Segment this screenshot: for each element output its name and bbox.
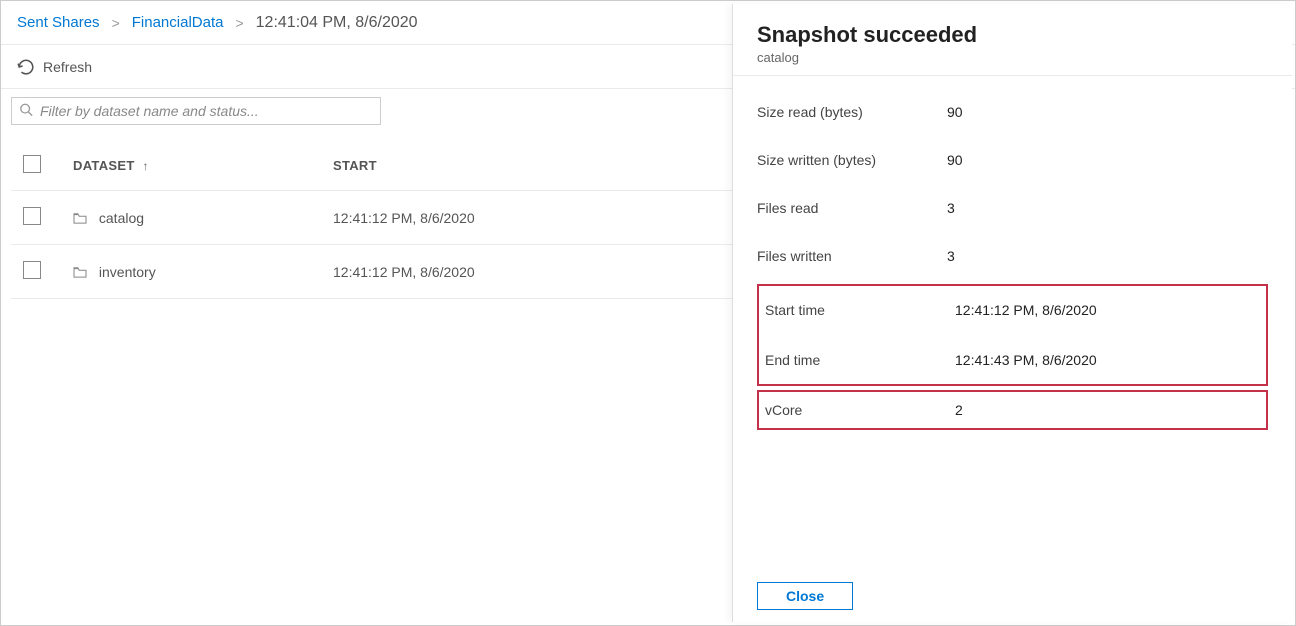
panel-header: Snapshot succeeded catalog [733, 4, 1292, 76]
folder-icon [73, 265, 87, 277]
value-vcore: 2 [955, 402, 963, 418]
label-size-read: Size read (bytes) [757, 104, 947, 120]
panel-footer: Close [733, 570, 1292, 622]
header-dataset[interactable]: DATASET ↑ [61, 141, 321, 191]
label-files-written: Files written [757, 248, 947, 264]
kv-vcore: vCore 2 [759, 392, 1266, 428]
refresh-label: Refresh [43, 59, 92, 75]
value-start-time: 12:41:12 PM, 8/6/2020 [955, 302, 1097, 318]
value-end-time: 12:41:43 PM, 8/6/2020 [955, 352, 1097, 368]
kv-start-time: Start time 12:41:12 PM, 8/6/2020 [759, 286, 1266, 334]
value-size-written: 90 [947, 152, 963, 168]
breadcrumb-separator: > [235, 15, 243, 31]
label-size-written: Size written (bytes) [757, 152, 947, 168]
sort-asc-icon: ↑ [142, 159, 148, 173]
search-icon [19, 103, 33, 120]
filter-input[interactable] [11, 97, 381, 125]
kv-files-written: Files written 3 [757, 232, 1268, 280]
label-end-time: End time [765, 352, 955, 368]
kv-files-read: Files read 3 [757, 184, 1268, 232]
panel-subtitle: catalog [757, 50, 1268, 65]
breadcrumb-separator: > [112, 15, 120, 31]
row-checkbox[interactable] [23, 207, 41, 225]
label-files-read: Files read [757, 200, 947, 216]
details-panel: Snapshot succeeded catalog Size read (by… [732, 4, 1292, 622]
header-dataset-label: DATASET [73, 158, 135, 173]
value-files-read: 3 [947, 200, 955, 216]
folder-icon [73, 211, 87, 223]
breadcrumb-link-financial-data[interactable]: FinancialData [132, 14, 224, 31]
panel-title: Snapshot succeeded [757, 22, 1268, 48]
kv-end-time: End time 12:41:43 PM, 8/6/2020 [759, 334, 1266, 384]
refresh-button[interactable]: Refresh [17, 58, 92, 76]
select-all-checkbox[interactable] [23, 155, 41, 173]
panel-body: Size read (bytes) 90 Size written (bytes… [733, 76, 1292, 570]
refresh-icon [17, 58, 35, 76]
breadcrumb-link-sent-shares[interactable]: Sent Shares [17, 14, 100, 31]
label-start-time: Start time [765, 302, 955, 318]
dataset-name: inventory [99, 264, 156, 280]
value-size-read: 90 [947, 104, 963, 120]
dataset-name: catalog [99, 210, 144, 226]
highlight-time-box: Start time 12:41:12 PM, 8/6/2020 End tim… [757, 284, 1268, 386]
filter-wrap [11, 97, 381, 125]
close-button[interactable]: Close [757, 582, 853, 610]
header-checkbox-col [11, 141, 61, 191]
value-files-written: 3 [947, 248, 955, 264]
row-checkbox[interactable] [23, 261, 41, 279]
kv-size-written: Size written (bytes) 90 [757, 136, 1268, 184]
kv-size-read: Size read (bytes) 90 [757, 88, 1268, 136]
label-vcore: vCore [765, 402, 955, 418]
highlight-vcore-box: vCore 2 [757, 390, 1268, 430]
breadcrumb-current: 12:41:04 PM, 8/6/2020 [256, 14, 418, 32]
